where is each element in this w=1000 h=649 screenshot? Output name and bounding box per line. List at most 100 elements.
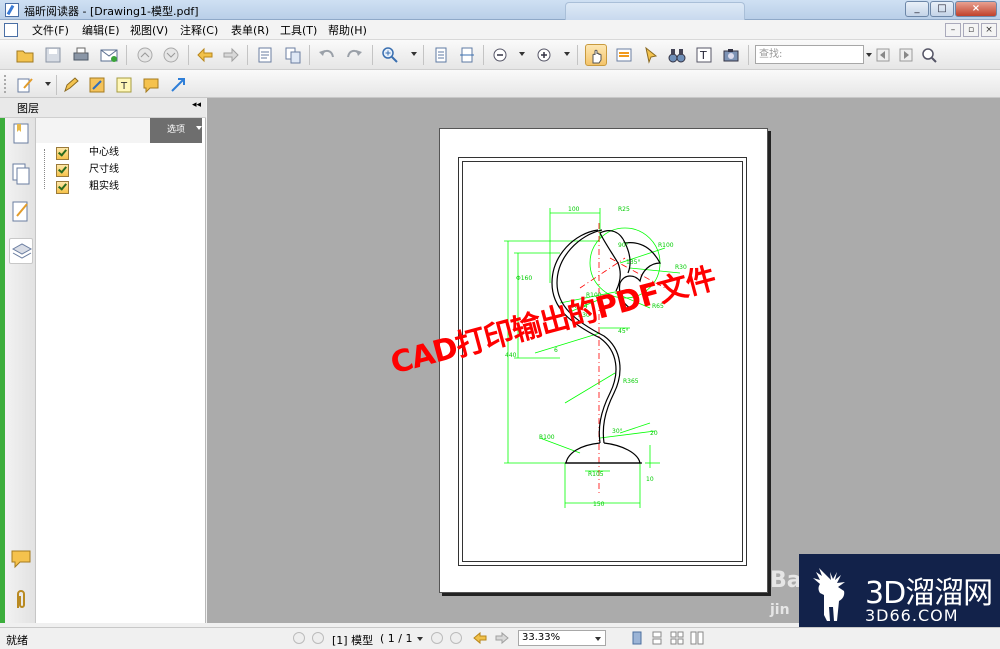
zoom-level-field[interactable]: 33.33% bbox=[518, 630, 606, 646]
forward-arrow-icon[interactable] bbox=[220, 44, 242, 66]
background-window-tab[interactable] bbox=[565, 2, 745, 20]
menu-tools[interactable]: 工具(T) bbox=[280, 23, 317, 38]
print-icon[interactable] bbox=[70, 44, 92, 66]
annotation-select-icon[interactable] bbox=[640, 44, 662, 66]
pages-thumbnail-icon[interactable] bbox=[9, 162, 33, 188]
status-text: 就绪 bbox=[6, 634, 28, 647]
layer-label: 中心线 bbox=[89, 147, 119, 158]
maximize-button[interactable]: □ bbox=[930, 1, 954, 17]
snapshot-page-icon[interactable] bbox=[254, 44, 276, 66]
previous-page-status-icon[interactable] bbox=[312, 632, 324, 644]
layers-panel-icon[interactable] bbox=[9, 238, 33, 264]
window-title: 福昕阅读器 - [Drawing1-模型.pdf] bbox=[24, 5, 199, 18]
textbox-icon[interactable]: T bbox=[113, 74, 135, 96]
page-count[interactable]: ( 1 / 1 bbox=[380, 632, 412, 645]
doc-restore-button[interactable]: ▫ bbox=[963, 23, 979, 37]
menu-edit[interactable]: 编辑(E) bbox=[82, 23, 120, 38]
dim-label: R365 bbox=[623, 378, 639, 385]
menu-help[interactable]: 帮助(H) bbox=[328, 23, 367, 38]
dim-label: Φ160 bbox=[516, 275, 532, 282]
panel-accent-edge bbox=[0, 118, 5, 623]
next-page-icon[interactable] bbox=[160, 44, 182, 66]
toolbar-separator bbox=[372, 45, 373, 65]
select-text-icon[interactable] bbox=[613, 44, 635, 66]
redo-icon[interactable] bbox=[343, 44, 365, 66]
collapse-panel-icon[interactable]: ◂◂ bbox=[192, 100, 201, 110]
open-folder-icon[interactable] bbox=[14, 44, 36, 66]
advanced-search-icon[interactable] bbox=[918, 44, 940, 66]
menu-comment[interactable]: 注释(C) bbox=[180, 23, 218, 38]
note-dropdown-arrow[interactable] bbox=[44, 79, 52, 89]
layer-checkbox[interactable] bbox=[56, 164, 69, 177]
close-button[interactable]: × bbox=[955, 1, 997, 17]
options-button[interactable]: 选项 bbox=[150, 118, 202, 143]
search-input[interactable]: 查找: bbox=[755, 45, 864, 64]
zoom-dropdown-arrow[interactable] bbox=[410, 49, 418, 59]
tree-connector bbox=[44, 149, 45, 189]
camera-icon[interactable] bbox=[720, 44, 742, 66]
zoom-in-dropdown-arrow[interactable] bbox=[563, 49, 571, 59]
email-icon[interactable] bbox=[98, 44, 120, 66]
dim-label: R25 bbox=[618, 206, 630, 213]
continuous-facing-view-icon[interactable] bbox=[690, 631, 704, 645]
toolbar-separator bbox=[483, 45, 484, 65]
layer-checkbox[interactable] bbox=[56, 181, 69, 194]
undo-icon[interactable] bbox=[316, 44, 338, 66]
note-edit-icon[interactable] bbox=[14, 74, 36, 96]
doc-minimize-button[interactable]: – bbox=[945, 23, 961, 37]
first-page-icon[interactable] bbox=[293, 632, 305, 644]
doc-close-button[interactable]: × bbox=[981, 23, 997, 37]
find-previous-icon[interactable] bbox=[872, 44, 894, 66]
toolbar-separator bbox=[577, 45, 578, 65]
next-page-status-icon[interactable] bbox=[431, 632, 443, 644]
menu-view[interactable]: 视图(V) bbox=[130, 23, 168, 38]
menu-file[interactable]: 文件(F) bbox=[32, 23, 69, 38]
typewriter-icon[interactable]: T bbox=[693, 44, 715, 66]
continuous-view-icon[interactable] bbox=[650, 631, 664, 645]
zoom-in-button-icon[interactable] bbox=[533, 44, 555, 66]
deer-logo-icon bbox=[813, 568, 845, 621]
dim-label: 20 bbox=[650, 430, 658, 437]
page-dropdown-arrow[interactable] bbox=[417, 637, 423, 641]
layer-checkbox[interactable] bbox=[56, 147, 69, 160]
find-next-icon[interactable] bbox=[895, 44, 917, 66]
comments-list-icon[interactable] bbox=[9, 548, 33, 574]
document-icon[interactable] bbox=[4, 23, 18, 37]
zoom-out-button-icon[interactable] bbox=[489, 44, 511, 66]
zoom-in-icon[interactable] bbox=[379, 44, 401, 66]
status-bar: 就绪 [1] 模型 ( 1 / 1 bbox=[0, 627, 1000, 649]
zoom-out-dropdown-arrow[interactable] bbox=[518, 49, 526, 59]
options-dropdown-arrow[interactable] bbox=[196, 126, 202, 130]
zoom-level-dropdown-arrow[interactable] bbox=[595, 637, 601, 641]
fit-width-icon[interactable] bbox=[456, 44, 478, 66]
attachments-icon[interactable] bbox=[9, 588, 33, 614]
comment-bubble-icon[interactable] bbox=[140, 74, 162, 96]
minimize-button[interactable]: _ bbox=[905, 1, 929, 17]
pencil-icon[interactable] bbox=[60, 74, 82, 96]
app-icon bbox=[5, 3, 19, 17]
single-page-view-icon[interactable] bbox=[630, 631, 644, 645]
annotations-panel-icon[interactable] bbox=[9, 200, 33, 226]
previous-page-icon[interactable] bbox=[134, 44, 156, 66]
highlight-icon[interactable] bbox=[86, 74, 108, 96]
back-view-icon[interactable] bbox=[473, 631, 487, 645]
hand-tool-icon[interactable] bbox=[585, 44, 607, 66]
baidu-watermark-text: Ba bbox=[770, 568, 802, 593]
back-arrow-icon[interactable] bbox=[194, 44, 216, 66]
toolbar-separator bbox=[423, 45, 424, 65]
forward-view-icon[interactable] bbox=[495, 631, 509, 645]
fit-page-icon[interactable] bbox=[430, 44, 452, 66]
bookmarks-icon[interactable] bbox=[9, 122, 33, 148]
menu-bar: 文件(F) 编辑(E) 视图(V) 注释(C) 表单(R) 工具(T) 帮助(H… bbox=[0, 20, 1000, 40]
arrow-annotation-icon[interactable] bbox=[167, 74, 189, 96]
page-label[interactable]: [1] 模型 bbox=[332, 632, 373, 648]
menu-form[interactable]: 表单(R) bbox=[231, 23, 269, 38]
copy-pages-icon[interactable] bbox=[282, 44, 304, 66]
last-page-icon[interactable] bbox=[450, 632, 462, 644]
binoculars-icon[interactable] bbox=[666, 44, 688, 66]
facing-view-icon[interactable] bbox=[670, 631, 684, 645]
save-icon[interactable] bbox=[42, 44, 64, 66]
layer-label: 粗实线 bbox=[89, 181, 119, 192]
dim-label: R100 bbox=[658, 242, 674, 249]
toolbar-separator bbox=[247, 45, 248, 65]
